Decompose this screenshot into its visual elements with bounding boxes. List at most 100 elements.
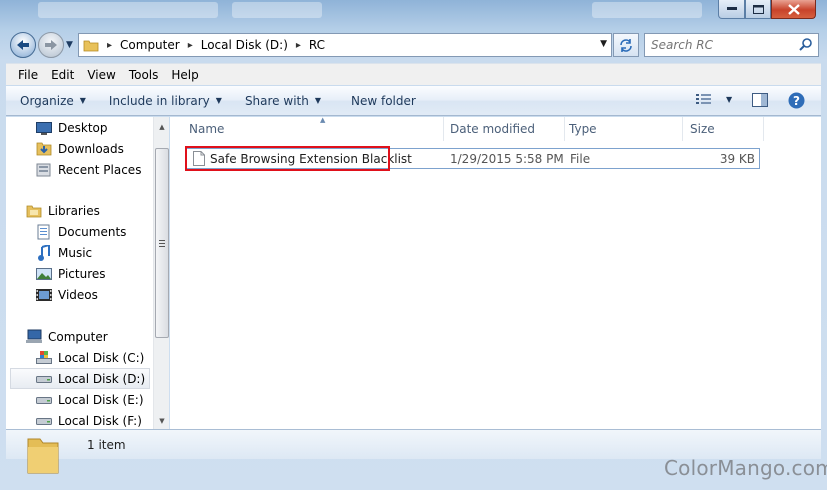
- help-button[interactable]: ?: [788, 92, 805, 112]
- nav-label: Desktop: [58, 120, 108, 135]
- nav-label: Pictures: [58, 266, 106, 281]
- navigation-bar: ▼ ▸ Computer ▸ Local Disk (D:) ▸ RC ▼: [0, 30, 827, 62]
- share-with-label: Share with: [244, 93, 309, 108]
- folder-icon: [83, 38, 99, 52]
- share-with-button[interactable]: Share with ▼: [245, 94, 321, 108]
- system-drive-icon: [36, 350, 52, 366]
- column-header-name[interactable]: Name ▲: [182, 116, 444, 141]
- nav-item-desktop[interactable]: Desktop: [36, 117, 108, 138]
- details-pane: 1 item: [6, 429, 821, 474]
- documents-icon: [36, 224, 52, 240]
- chevron-down-icon[interactable]: ▼: [726, 95, 732, 104]
- column-header-label: Size: [690, 122, 715, 136]
- back-button[interactable]: [10, 32, 36, 58]
- menu-file[interactable]: File: [12, 68, 45, 82]
- column-header-size[interactable]: Size: [683, 117, 764, 141]
- nav-label: Computer: [48, 329, 108, 344]
- pictures-icon: [36, 266, 52, 282]
- folder-icon: [26, 433, 60, 478]
- refresh-button[interactable]: [613, 33, 639, 57]
- nav-item-libraries[interactable]: Libraries: [26, 200, 100, 221]
- nav-item-local-disk-c[interactable]: Local Disk (C:): [36, 347, 144, 368]
- nav-label: Music: [58, 245, 93, 260]
- nav-label: Videos: [58, 287, 98, 302]
- recent-places-icon: [36, 162, 52, 178]
- column-header-type[interactable]: Type: [562, 117, 683, 141]
- preview-pane-button[interactable]: [752, 92, 768, 111]
- nav-item-local-disk-d[interactable]: Local Disk (D:): [10, 368, 150, 389]
- organize-label: Organize: [20, 93, 74, 108]
- scroll-down-arrow-icon[interactable]: ▼: [154, 413, 170, 429]
- explorer-window: ▼ ▸ Computer ▸ Local Disk (D:) ▸ RC ▼ Fi…: [0, 0, 827, 490]
- forward-button[interactable]: [38, 32, 64, 58]
- nav-label: Libraries: [48, 203, 100, 218]
- back-arrow-icon: [17, 40, 29, 50]
- minimize-icon: [726, 7, 737, 10]
- nav-pane-scrollbar[interactable]: ▲ ▼: [153, 117, 169, 429]
- svg-text:?: ?: [793, 94, 800, 108]
- downloads-folder-icon: [36, 141, 52, 157]
- background-window-title: [38, 2, 218, 18]
- menu-tools[interactable]: Tools: [123, 68, 166, 82]
- forward-arrow-icon: [45, 40, 57, 50]
- scroll-thumb[interactable]: [155, 148, 169, 338]
- nav-item-local-disk-e[interactable]: Local Disk (E:): [36, 389, 144, 410]
- organize-button[interactable]: Organize ▼: [20, 94, 86, 108]
- breadcrumb-separator[interactable]: ▸: [107, 40, 112, 51]
- file-type: File: [570, 152, 591, 166]
- nav-item-local-disk-f[interactable]: Local Disk (F:): [36, 410, 142, 429]
- navigation-pane: Desktop Downloads Recent Places Librarie…: [6, 117, 169, 429]
- scroll-up-arrow-icon[interactable]: ▲: [154, 119, 170, 135]
- column-header-label: Type: [569, 122, 597, 136]
- address-history-dropdown[interactable]: ▼: [600, 39, 607, 49]
- column-header-date-modified[interactable]: Date modified: [443, 117, 565, 141]
- breadcrumb-computer[interactable]: Computer: [120, 38, 180, 52]
- recent-pages-dropdown[interactable]: ▼: [66, 40, 73, 50]
- search-input[interactable]: [651, 37, 791, 53]
- nav-label: Local Disk (D:): [58, 371, 146, 386]
- include-in-library-button[interactable]: Include in library ▼: [109, 94, 222, 108]
- change-view-button[interactable]: ▼: [696, 93, 732, 105]
- menu-view[interactable]: View: [81, 68, 122, 82]
- command-bar: Organize ▼ Include in library ▼ Share with…: [6, 86, 821, 116]
- nav-label: Local Disk (E:): [58, 392, 144, 407]
- nav-item-videos[interactable]: Videos: [36, 284, 98, 305]
- nav-label: Downloads: [58, 141, 124, 156]
- new-folder-button[interactable]: New folder: [351, 94, 416, 108]
- libraries-icon: [26, 203, 42, 219]
- item-count: 1 item: [87, 438, 126, 452]
- search-box[interactable]: [644, 33, 819, 57]
- background-window-title: [592, 2, 702, 18]
- breadcrumb-separator[interactable]: ▸: [188, 40, 193, 51]
- close-button[interactable]: [771, 0, 816, 19]
- search-icon[interactable]: [799, 38, 812, 51]
- breadcrumb-rc[interactable]: RC: [309, 38, 325, 52]
- nav-item-documents[interactable]: Documents: [36, 221, 126, 242]
- address-bar[interactable]: ▸ Computer ▸ Local Disk (D:) ▸ RC ▼: [78, 33, 612, 57]
- refresh-icon: [620, 39, 632, 52]
- drive-icon: [36, 392, 52, 408]
- sort-ascending-icon: ▲: [320, 116, 326, 124]
- chevron-down-icon: ▼: [79, 96, 86, 105]
- nav-item-computer[interactable]: Computer: [26, 326, 108, 347]
- table-row[interactable]: Safe Browsing Extension Blacklist 1/29/2…: [185, 146, 760, 171]
- breadcrumb-separator[interactable]: ▸: [296, 40, 301, 51]
- nav-item-music[interactable]: Music: [36, 242, 92, 263]
- help-icon: ?: [788, 92, 805, 109]
- maximize-button[interactable]: [745, 0, 771, 19]
- computer-icon: [26, 329, 42, 345]
- menu-edit[interactable]: Edit: [45, 68, 81, 82]
- nav-label: Recent Places: [58, 162, 142, 177]
- minimize-button[interactable]: [718, 0, 745, 19]
- nav-item-pictures[interactable]: Pictures: [36, 263, 106, 284]
- include-in-library-label: Include in library: [108, 93, 210, 108]
- drive-icon: [36, 371, 52, 387]
- maximize-icon: [752, 4, 764, 14]
- new-folder-label: New folder: [351, 93, 416, 108]
- nav-item-downloads[interactable]: Downloads: [36, 138, 124, 159]
- column-header-label: Date modified: [450, 122, 536, 136]
- breadcrumb-local-disk-d[interactable]: Local Disk (D:): [201, 38, 288, 52]
- menu-help[interactable]: Help: [165, 68, 205, 82]
- nav-item-recent-places[interactable]: Recent Places: [36, 159, 141, 180]
- column-header-label: Name: [189, 122, 225, 136]
